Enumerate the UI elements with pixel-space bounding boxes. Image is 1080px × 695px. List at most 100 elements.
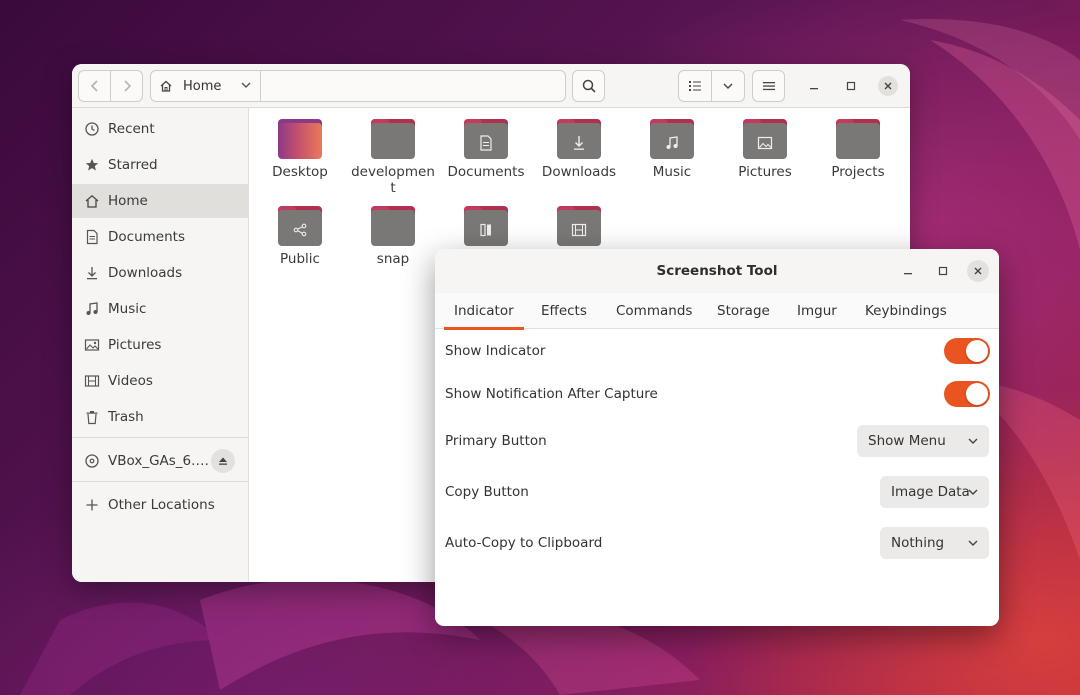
disc-icon <box>85 454 99 468</box>
minimize-button[interactable] <box>897 260 919 282</box>
documents-folder-icon <box>464 119 508 159</box>
home-icon <box>160 80 172 92</box>
folder-downloads[interactable]: Downloads <box>534 119 624 180</box>
maximize-button[interactable] <box>932 260 954 282</box>
folder-label: snap <box>376 251 410 267</box>
show-notification-toggle[interactable] <box>944 381 990 407</box>
search-button[interactable] <box>572 70 605 102</box>
primary-button-dropdown[interactable]: Show Menu <box>857 425 989 457</box>
folder-desktop[interactable]: Desktop <box>255 119 345 180</box>
sidebar-item-device[interactable]: VBox_GAs_6.… <box>72 444 249 478</box>
sidebar-item-pictures[interactable]: Pictures <box>72 328 249 362</box>
sidebar-item-label: Recent <box>108 121 155 137</box>
folder-icon <box>371 206 415 246</box>
eject-button[interactable] <box>211 449 235 473</box>
path-bar[interactable]: Home <box>150 70 566 102</box>
tab-imgur[interactable]: Imgur <box>797 293 837 329</box>
files-sidebar: Recent Starred Home Documents Downloads … <box>72 108 249 582</box>
downloads-folder-icon <box>557 119 601 159</box>
folder-label: Desktop <box>272 164 328 180</box>
dropdown-value: Nothing <box>891 535 945 551</box>
sidebar-divider <box>72 437 249 438</box>
tab-commands[interactable]: Commands <box>616 293 692 329</box>
chevron-down-icon <box>968 438 978 444</box>
sidebar-item-label: Trash <box>108 409 144 425</box>
folder-label: Projects <box>831 164 885 180</box>
sidebar-item-label: Home <box>108 193 148 209</box>
templates-folder-icon <box>464 206 508 246</box>
dropdown-value: Image Data <box>891 484 970 500</box>
tab-indicator[interactable]: Indicator <box>444 293 524 330</box>
close-icon <box>884 82 892 90</box>
show-indicator-toggle[interactable] <box>944 338 990 364</box>
folder-snap[interactable]: snap <box>348 206 438 267</box>
main-menu-button[interactable] <box>752 70 785 102</box>
close-button[interactable] <box>878 76 898 96</box>
folder-public[interactable]: Public <box>255 206 345 267</box>
picture-icon <box>84 339 100 351</box>
chevron-down-icon <box>241 82 251 88</box>
tab-effects[interactable]: Effects <box>541 293 587 329</box>
tab-storage[interactable]: Storage <box>717 293 770 329</box>
sidebar-item-trash[interactable]: Trash <box>72 400 249 434</box>
document-icon <box>86 229 98 245</box>
home-icon <box>85 194 99 208</box>
chevron-left-icon <box>90 80 98 92</box>
desktop-folder-icon <box>278 119 322 159</box>
view-options-button[interactable] <box>711 70 745 102</box>
tab-keybindings[interactable]: Keybindings <box>865 293 947 329</box>
chevron-right-icon <box>123 80 131 92</box>
path-location: Home <box>183 78 222 94</box>
back-button[interactable] <box>78 70 111 102</box>
window-title: Screenshot Tool <box>656 263 778 279</box>
sidebar-item-music[interactable]: Music <box>72 292 249 326</box>
trash-icon <box>86 411 98 425</box>
sidebar-item-starred[interactable]: Starred <box>72 148 249 182</box>
sidebar-item-recent[interactable]: Recent <box>72 112 249 146</box>
folder-label: Pictures <box>738 164 792 180</box>
list-icon <box>689 81 701 91</box>
maximize-button[interactable] <box>841 76 861 96</box>
folder-projects[interactable]: Projects <box>813 119 903 180</box>
clock-icon <box>85 122 99 136</box>
settings-tabbar: Indicator Effects Commands Storage Imgur… <box>435 293 999 330</box>
hamburger-menu-icon <box>762 82 775 91</box>
show-indicator-label: Show Indicator <box>445 343 546 359</box>
share-folder-icon <box>278 206 322 246</box>
folder-pictures[interactable]: Pictures <box>720 119 810 180</box>
sidebar-item-label: Starred <box>108 157 158 173</box>
sidebar-item-label: Music <box>108 301 147 317</box>
screenshot-headerbar: Screenshot Tool <box>435 249 999 293</box>
close-icon <box>974 267 982 275</box>
pictures-folder-icon <box>743 119 787 159</box>
sidebar-item-label: Documents <box>108 229 185 245</box>
dropdown-value: Show Menu <box>868 433 946 449</box>
minimize-icon <box>810 88 818 90</box>
sidebar-item-downloads[interactable]: Downloads <box>72 256 249 290</box>
sidebar-item-label: Other Locations <box>108 497 215 513</box>
forward-button[interactable] <box>110 70 143 102</box>
folder-documents[interactable]: Documents <box>441 119 531 180</box>
maximize-icon <box>938 266 948 276</box>
folder-development[interactable]: development <box>348 119 438 196</box>
folder-label: Public <box>280 251 320 267</box>
folder-music[interactable]: Music <box>627 119 717 180</box>
folder-videos[interactable] <box>534 206 624 251</box>
minimize-button[interactable] <box>804 76 824 96</box>
show-notification-label: Show Notification After Capture <box>445 386 658 402</box>
sidebar-item-home[interactable]: Home <box>72 184 249 218</box>
minimize-icon <box>904 273 912 275</box>
path-home-button[interactable]: Home <box>151 71 261 101</box>
music-folder-icon <box>650 119 694 159</box>
sidebar-item-documents[interactable]: Documents <box>72 220 249 254</box>
folder-icon <box>371 119 415 159</box>
auto-copy-dropdown[interactable]: Nothing <box>880 527 989 559</box>
list-view-button[interactable] <box>678 70 712 102</box>
sidebar-item-other-locations[interactable]: Other Locations <box>72 488 249 522</box>
toggle-knob <box>966 383 988 405</box>
copy-button-dropdown[interactable]: Image Data <box>880 476 989 508</box>
folder-templates[interactable] <box>441 206 531 251</box>
close-button[interactable] <box>967 260 989 282</box>
sidebar-item-videos[interactable]: Videos <box>72 364 249 398</box>
copy-button-label: Copy Button <box>445 484 529 500</box>
